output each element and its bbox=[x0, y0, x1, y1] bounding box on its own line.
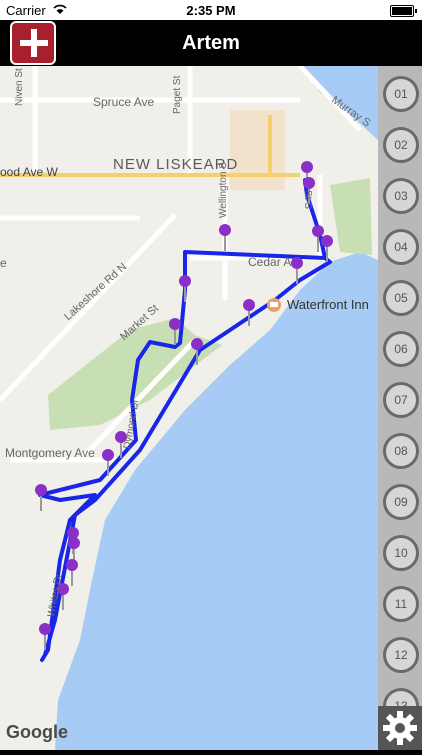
stop-button-12[interactable]: 12 bbox=[383, 637, 419, 673]
stop-button-03[interactable]: 03 bbox=[383, 178, 419, 214]
hotel-icon bbox=[267, 298, 281, 312]
map-label-st: St S bbox=[302, 190, 313, 209]
map-label-cedar: Cedar A bbox=[248, 255, 292, 269]
google-attribution: Google bbox=[6, 722, 68, 742]
stop-button-08[interactable]: 08 bbox=[383, 433, 419, 469]
gear-icon bbox=[383, 711, 417, 745]
stop-button-06[interactable]: 06 bbox=[383, 331, 419, 367]
map-label-spruce: Spruce Ave bbox=[93, 95, 155, 109]
map-label-niven: Niven St N bbox=[14, 66, 25, 106]
map-label-wood: ood Ave W bbox=[0, 165, 58, 179]
map-label-e: e bbox=[0, 256, 7, 270]
battery-icon bbox=[390, 5, 417, 17]
status-bar: Carrier 2:35 PM bbox=[0, 0, 422, 20]
map-label-paget: Paget St bbox=[172, 75, 183, 114]
map-pin-icon[interactable] bbox=[179, 275, 191, 302]
map-label-montgomery: Montgomery Ave bbox=[5, 446, 95, 460]
map-pin-icon[interactable] bbox=[219, 224, 231, 251]
map-view[interactable]: Spruce Ave Niven St N Paget St Murray S … bbox=[0, 66, 378, 750]
stop-button-13[interactable]: 13 bbox=[383, 688, 419, 706]
stop-button-07[interactable]: 07 bbox=[383, 382, 419, 418]
add-button[interactable] bbox=[10, 21, 56, 65]
stop-button-10[interactable]: 10 bbox=[383, 535, 419, 571]
stop-button-01[interactable]: 01 bbox=[383, 76, 419, 112]
stop-list[interactable]: 01 02 03 04 05 06 07 08 09 10 11 12 13 bbox=[378, 66, 422, 706]
settings-button[interactable] bbox=[378, 706, 422, 750]
stop-button-05[interactable]: 05 bbox=[383, 280, 419, 316]
stop-button-11[interactable]: 11 bbox=[383, 586, 419, 622]
map-label-waterfront: Waterfront Inn bbox=[287, 297, 369, 312]
page-title: Artem bbox=[182, 32, 240, 54]
map-label-wellington: Wellington S bbox=[218, 162, 229, 218]
navigation-bar: Artem bbox=[0, 20, 422, 66]
status-time: 2:35 PM bbox=[186, 3, 236, 18]
stop-button-02[interactable]: 02 bbox=[383, 127, 419, 163]
stop-button-09[interactable]: 09 bbox=[383, 484, 419, 520]
map-pin-icon[interactable] bbox=[66, 559, 78, 586]
stop-button-04[interactable]: 04 bbox=[383, 229, 419, 265]
